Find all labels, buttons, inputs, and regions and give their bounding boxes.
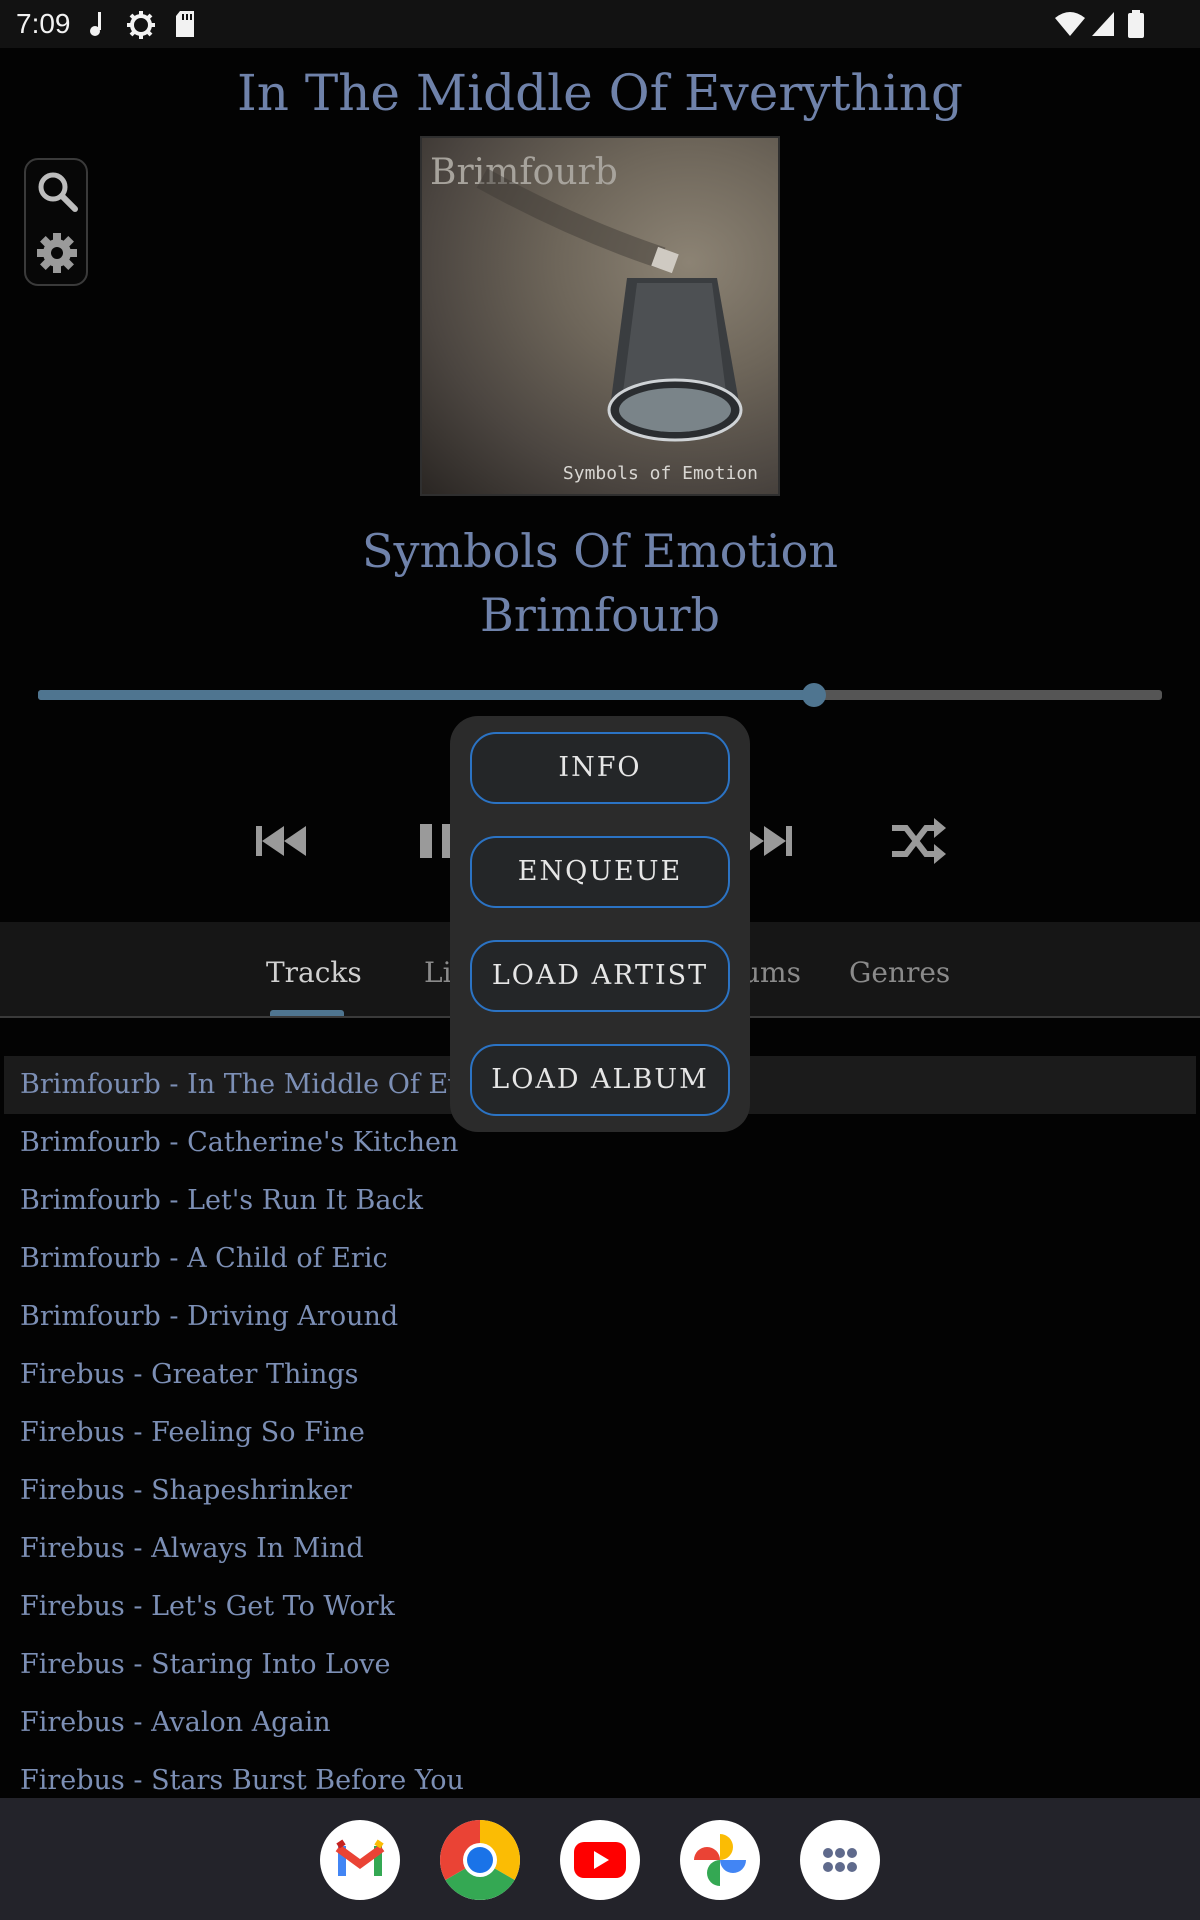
track-row[interactable]: Firebus - Always In Mind: [0, 1520, 1200, 1578]
shuffle-icon[interactable]: [888, 816, 948, 866]
tab-lists[interactable]: Li: [424, 956, 452, 989]
wifi-icon: [1055, 12, 1085, 36]
gear-icon[interactable]: [34, 230, 80, 276]
tab-albums[interactable]: ums: [742, 956, 801, 989]
track-row[interactable]: Brimfourb - Driving Around: [0, 1288, 1200, 1346]
track-row[interactable]: Firebus - Greater Things: [0, 1346, 1200, 1404]
seek-bar[interactable]: [38, 683, 1162, 707]
track-row[interactable]: Firebus - Avalon Again: [0, 1694, 1200, 1752]
tab-active-indicator: [270, 1010, 344, 1016]
seek-bar-thumb[interactable]: [801, 683, 826, 707]
battery-icon: [1128, 10, 1144, 38]
cell-signal-icon: [1092, 12, 1114, 36]
track-row[interactable]: Brimfourb - Let's Run It Back: [0, 1172, 1200, 1230]
search-icon[interactable]: [34, 168, 80, 214]
seek-bar-progress: [38, 690, 814, 700]
photos-icon[interactable]: [680, 1820, 760, 1900]
tool-panel: [24, 158, 88, 286]
settings-gear-icon: [127, 11, 155, 39]
music-note-icon: [90, 12, 101, 36]
app-drawer-icon[interactable]: [800, 1820, 880, 1900]
status-bar: 7:09: [0, 0, 1200, 48]
track-row[interactable]: Firebus - Staring Into Love: [0, 1636, 1200, 1694]
load-album-button[interactable]: LOAD ALBUM: [470, 1044, 730, 1116]
album-art-album-text: Symbols of Emotion: [562, 463, 758, 484]
sd-card-icon: [176, 11, 194, 37]
track-list: Brimfourb - In The Middle Of Everyt Brim…: [0, 1056, 1200, 1810]
tab-genres[interactable]: Genres: [849, 956, 950, 989]
load-artist-button[interactable]: LOAD ARTIST: [470, 940, 730, 1012]
youtube-icon[interactable]: [560, 1820, 640, 1900]
previous-icon[interactable]: [250, 816, 310, 866]
album-art[interactable]: Brimfourb Symbols of Emotion: [420, 136, 780, 496]
song-title: In The Middle Of Everything: [237, 64, 963, 122]
context-menu: INFO ENQUEUE LOAD ARTIST LOAD ALBUM: [450, 716, 750, 1132]
track-row[interactable]: Firebus - Let's Get To Work: [0, 1578, 1200, 1636]
chrome-icon[interactable]: [440, 1820, 520, 1900]
app-dock: [0, 1798, 1200, 1920]
enqueue-button[interactable]: ENQUEUE: [470, 836, 730, 908]
track-row[interactable]: Firebus - Feeling So Fine: [0, 1404, 1200, 1462]
track-row[interactable]: Brimfourb - A Child of Eric: [0, 1230, 1200, 1288]
status-time: 7:09: [16, 8, 71, 39]
album-name[interactable]: Symbols Of Emotion: [0, 524, 1200, 578]
info-button[interactable]: INFO: [470, 732, 730, 804]
track-row[interactable]: Firebus - Shapeshrinker: [0, 1462, 1200, 1520]
tab-tracks[interactable]: Tracks: [266, 956, 362, 989]
gmail-icon[interactable]: [320, 1820, 400, 1900]
lamp-illustration: [476, 168, 743, 442]
artist-name[interactable]: Brimfourb: [0, 588, 1200, 642]
